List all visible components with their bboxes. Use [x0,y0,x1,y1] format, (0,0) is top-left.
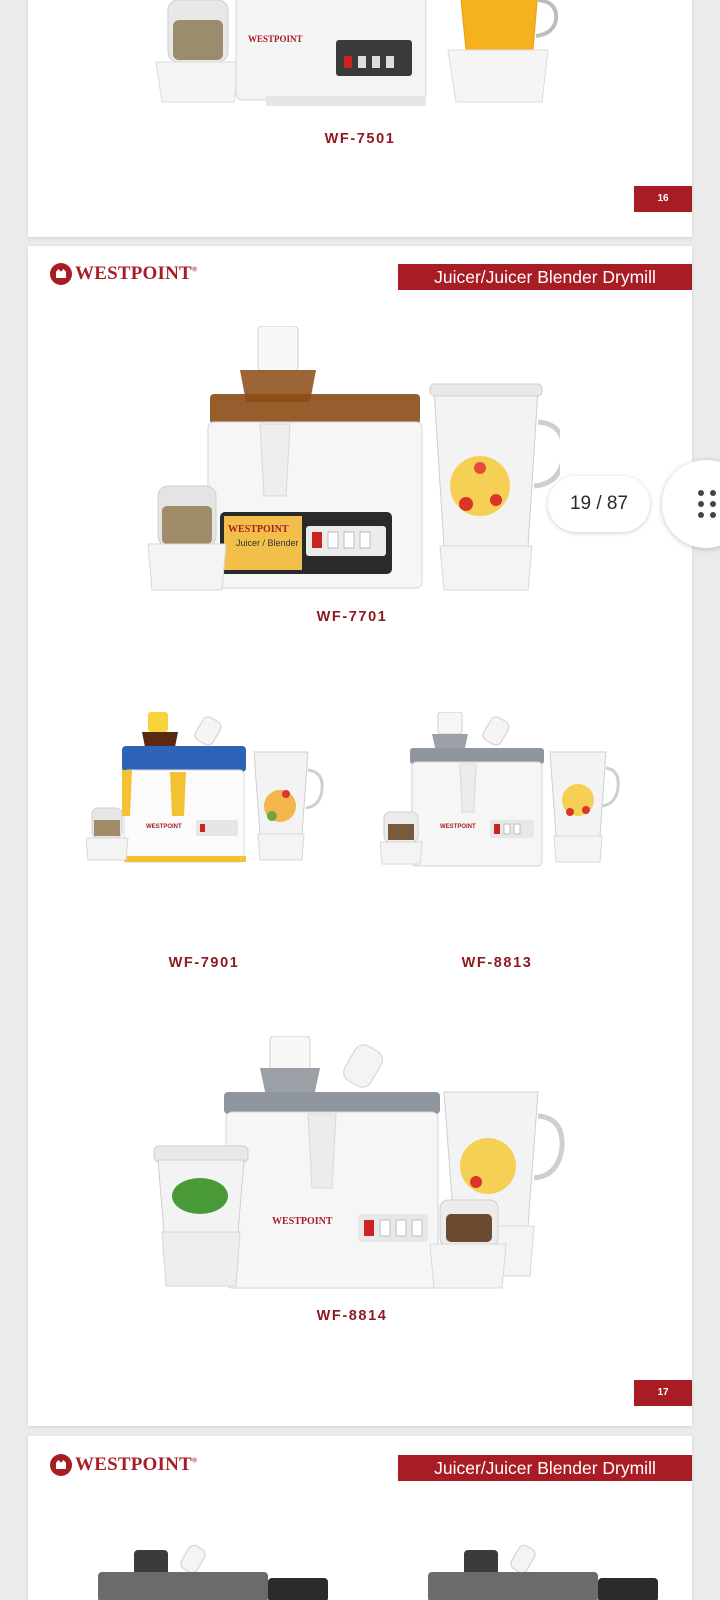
product-image-partial [98,1544,328,1600]
product-image-wf-7501: WESTPOINT [155,0,559,106]
catalog-page-17: WESTPOINT® Juicer/Juicer Blender Drymill… [28,246,692,1426]
page-number-badge: 16 [634,186,692,212]
catalog-page-16: WESTPOINT WF-7501 16 [28,0,692,237]
brand-name: WESTPOINT® [75,1454,198,1475]
svg-text:WESTPOINT: WESTPOINT [228,524,289,535]
crown-icon [50,1454,72,1476]
product-image-wf-7901: WESTPOINT [86,712,324,863]
category-header: Juicer/Juicer Blender Drymill [398,264,692,290]
model-label: WF-7901 [168,955,240,971]
product-image-wf-7701: WESTPOINT Juicer / Blender [147,326,560,591]
model-label: WF-8814 [316,1308,388,1324]
product-image-wf-8813: WESTPOINT [380,712,620,867]
svg-text:WESTPOINT: WESTPOINT [440,824,476,830]
model-label: WF-7501 [324,131,396,147]
grid-dots-icon [698,490,716,518]
page-number-badge: 17 [634,1380,692,1406]
product-image-wf-8814: WESTPOINT [153,1036,565,1289]
svg-text:Juicer / Blender: Juicer / Blender [236,538,299,548]
category-header: Juicer/Juicer Blender Drymill [398,1455,692,1481]
svg-text:WESTPOINT: WESTPOINT [272,1216,333,1227]
westpoint-logo: WESTPOINT® [50,1454,197,1476]
model-label: WF-8813 [461,955,533,971]
svg-text:WESTPOINT: WESTPOINT [146,824,182,830]
brand-name: WESTPOINT® [75,263,198,284]
svg-text:WESTPOINT: WESTPOINT [248,34,303,44]
page-counter[interactable]: 19 / 87 [548,476,650,532]
model-label: WF-7701 [316,609,388,625]
westpoint-logo: WESTPOINT® [50,263,197,285]
catalog-page-18: WESTPOINT® Juicer/Juicer Blender Drymill [28,1436,692,1600]
product-image-partial [428,1544,658,1600]
crown-icon [50,263,72,285]
